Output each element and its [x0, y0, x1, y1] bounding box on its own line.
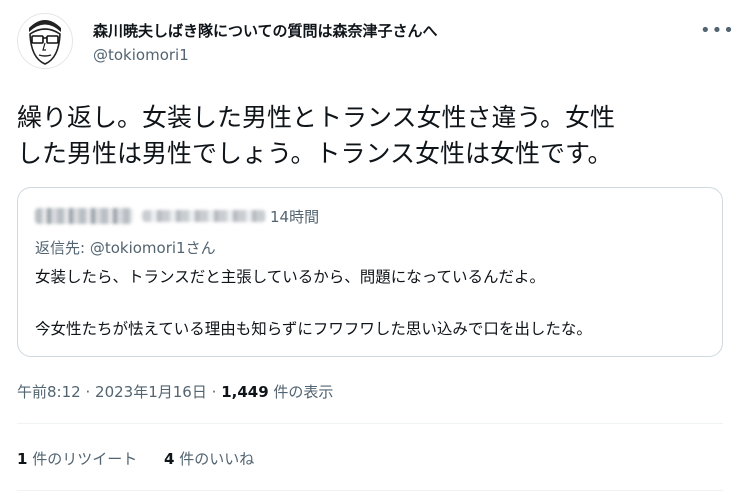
- meta-separator: ·: [211, 383, 217, 401]
- quoted-author-name-blurred: [35, 208, 133, 224]
- meta-separator: ·: [85, 383, 91, 401]
- view-count-label: 件の表示: [273, 383, 334, 401]
- tweet-date[interactable]: 2023年1月16日: [95, 383, 207, 401]
- tweet-meta: 午前8:12 · 2023年1月16日 · 1,449 件の表示: [17, 381, 333, 402]
- tweet-text-line: 繰り返し。女装した男性とトランス女性さ違う。女性: [17, 103, 616, 132]
- quoted-reply-to: 返信先: @tokiomori1さん: [35, 239, 216, 257]
- quoted-text-line: 今女性たちが怯えている理由も知らずにフワフワした思い込みで口を出したな。: [35, 320, 592, 338]
- tweet-time[interactable]: 午前8:12: [17, 383, 81, 401]
- like-stat[interactable]: 4 件のいいね: [164, 450, 254, 468]
- quoted-text-line: 女装したら、トランスだと主張しているから、問題になっているんだよ。: [35, 268, 545, 286]
- divider: [17, 490, 723, 491]
- like-label: 件のいいね: [179, 450, 255, 468]
- divider: [17, 423, 723, 424]
- quoted-tweet[interactable]: 14時間 返信先: @tokiomori1さん 女装したら、トランスだと主張して…: [17, 187, 723, 357]
- view-count: 1,449: [221, 383, 269, 401]
- tweet-text-line: した男性は男性でしょう。トランス女性は女性です。: [17, 139, 613, 168]
- more-dots-icon[interactable]: •••: [700, 20, 735, 41]
- tweet-text: 繰り返し。女装した男性とトランス女性さ違う。女性 した男性は男性でしょう。トラン…: [17, 100, 729, 172]
- quoted-tweet-time[interactable]: 14時間: [270, 206, 319, 227]
- quoted-author-handle-blurred: [142, 210, 266, 222]
- retweet-count: 1: [17, 450, 28, 468]
- avatar[interactable]: [17, 13, 73, 69]
- author-handle[interactable]: @tokiomori1: [93, 46, 189, 64]
- tweet-stats: 1 件のリツイート 4 件のいいね: [17, 448, 276, 469]
- like-count: 4: [164, 450, 175, 468]
- avatar-image: [29, 20, 61, 65]
- author-display-name[interactable]: 森川暁夫しばき隊についての質問は森奈津子さんへ: [93, 20, 438, 41]
- retweet-label: 件のリツイート: [32, 450, 138, 468]
- retweet-stat[interactable]: 1 件のリツイート: [17, 450, 142, 468]
